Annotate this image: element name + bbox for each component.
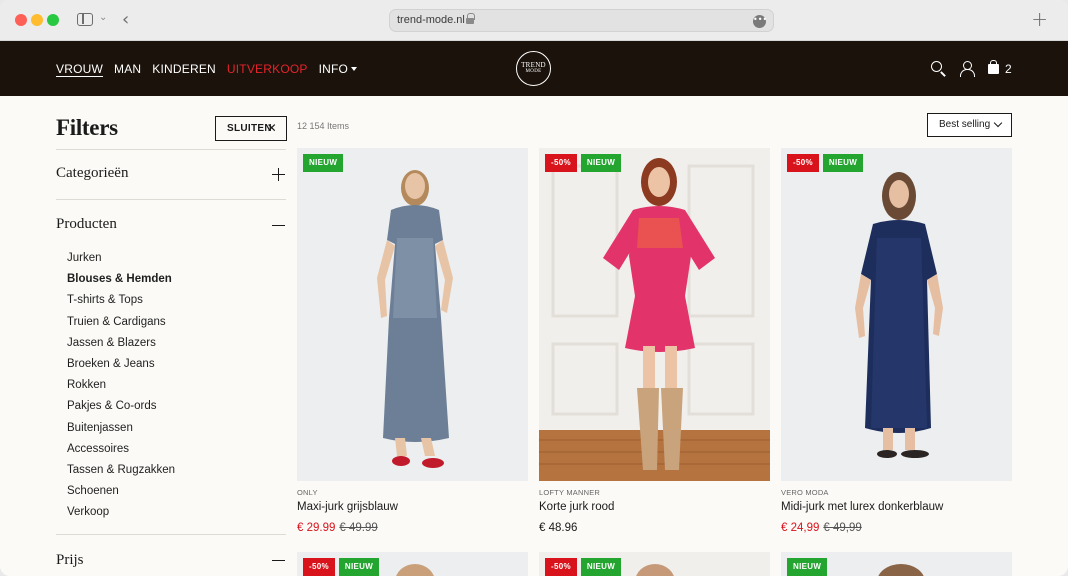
browser-toolbar: ⌄ ‹ trend-mode.nl ••• + [0,0,1068,41]
maximize-window-button[interactable] [47,14,59,26]
minus-icon[interactable] [272,554,285,567]
discount-badge: -50% [545,154,577,172]
price: € 48.96 [539,522,578,534]
nav-item-man[interactable]: MAN [114,62,141,76]
sale-price: € 29.99 [297,522,336,534]
caret-down-icon [351,67,358,71]
badges: -50% NIEUW [303,558,380,576]
divider [56,534,286,535]
product-price: € 24,99 € 49,99 [781,522,862,534]
site-logo[interactable]: TREND MODE [516,51,551,86]
old-price: € 49,99 [823,522,862,534]
chevron-down-icon [993,118,1003,128]
filters-title: Filters [56,115,118,140]
badges: NIEUW [787,558,828,576]
filter-item-tassen[interactable]: Tassen & Rugzakken [67,460,175,481]
product-brand: LOFTY MANNER [539,488,601,497]
badges: -50% NIEUW [545,558,622,576]
divider [56,149,286,150]
filter-item-rokken[interactable]: Rokken [67,375,175,396]
badges: -50% NIEUW [545,154,622,172]
product-card[interactable]: NIEUW [781,552,1012,576]
product-card[interactable]: -50% NIEUW [539,552,770,576]
close-icon: ✕ [266,121,277,135]
filter-item-jassen[interactable]: Jassen & Blazers [67,333,175,354]
nav-item-info-label: INFO [318,62,349,76]
search-icon[interactable] [931,61,942,72]
filter-item-accessoires[interactable]: Accessoires [67,439,175,460]
product-brand: ONLY [297,488,318,497]
product-photo-woman-red-dress [539,148,770,481]
more-icon[interactable]: ••• [753,15,767,28]
cart-count[interactable]: 2 [1005,62,1012,76]
minus-icon[interactable] [272,219,285,232]
new-badge: NIEUW [338,558,380,576]
close-filters-label: SLUITEN [227,123,272,134]
product-name[interactable]: Midi-jurk met lurex donkerblauw [781,501,943,513]
product-image[interactable]: -50% NIEUW [539,148,770,481]
sidebar-toggle-icon[interactable] [77,13,93,26]
close-filters-button[interactable]: SLUITEN ✕ [215,116,287,141]
product-price: € 48.96 [539,522,577,534]
filter-item-buitenjassen[interactable]: Buitenjassen [67,418,175,439]
url-text: trend-mode.nl [397,14,465,26]
filter-item-verkoop[interactable]: Verkoop [67,502,175,523]
close-window-button[interactable] [15,14,27,26]
product-photo-woman-navy-midi-dress [781,148,1012,481]
nav-item-vrouw[interactable]: VROUW [56,62,103,76]
items-count: 12 154 Items [297,121,350,131]
new-badge: NIEUW [580,154,622,172]
browser-window: ⌄ ‹ trend-mode.nl ••• + VROUW MAN KINDER… [0,0,1068,576]
sort-select[interactable]: Best selling [927,113,1012,137]
filter-item-broeken[interactable]: Broeken & Jeans [67,354,175,375]
product-price: € 29.99 € 49.99 [297,522,378,534]
product-brand: VERO MODA [781,488,829,497]
sort-select-value: Best selling [939,119,991,130]
nav-item-kinderen[interactable]: KINDEREN [152,62,216,76]
plus-icon[interactable] [272,168,285,181]
new-badge: NIEUW [303,154,344,172]
old-price: € 49.99 [339,522,378,534]
filter-item-jurken[interactable]: Jurken [67,248,175,269]
divider [56,199,286,200]
nav-item-uitverkoop[interactable]: UITVERKOOP [227,62,308,76]
product-name[interactable]: Maxi-jurk grijsblauw [297,501,398,513]
product-card[interactable]: -50% NIEUW [297,552,528,576]
new-badge: NIEUW [787,558,828,576]
badges: -50% NIEUW [787,154,864,172]
lock-icon [466,13,475,25]
product-filter-list: Jurken Blouses & Hemden T-shirts & Tops … [67,248,175,523]
site-header: VROUW MAN KINDEREN UITVERKOOP INFO TREND… [0,41,1068,96]
new-badge: NIEUW [580,558,622,576]
discount-badge: -50% [545,558,577,576]
new-tab-button[interactable]: + [1031,7,1048,31]
product-image[interactable]: NIEUW [297,148,528,481]
user-icon[interactable] [960,61,975,77]
sale-price: € 24,99 [781,522,820,534]
section-price[interactable]: Prijs [56,552,84,569]
logo-text-top: TREND [521,61,546,69]
logo-text-bottom: MODE [525,69,542,74]
section-categories[interactable]: Categorieën [56,165,128,182]
nav-item-info[interactable]: INFO [318,62,358,76]
product-name[interactable]: Korte jurk rood [539,501,614,513]
address-bar[interactable]: trend-mode.nl ••• [389,9,774,32]
filter-item-blouses[interactable]: Blouses & Hemden [67,269,175,290]
minimize-window-button[interactable] [31,14,43,26]
bag-icon[interactable] [988,60,999,74]
back-button[interactable]: ‹ [122,9,129,30]
discount-badge: -50% [303,558,335,576]
filter-item-schoenen[interactable]: Schoenen [67,481,175,502]
badges: NIEUW [303,154,344,172]
filter-item-truien[interactable]: Truien & Cardigans [67,312,175,333]
filter-item-tshirts[interactable]: T-shirts & Tops [67,290,175,311]
main-nav: VROUW MAN KINDEREN UITVERKOOP INFO [56,62,358,76]
product-photo-woman-blue-maxi-dress [297,148,528,481]
product-image[interactable]: -50% NIEUW [781,148,1012,481]
chevron-down-icon[interactable]: ⌄ [99,12,107,23]
new-badge: NIEUW [822,154,864,172]
discount-badge: -50% [787,154,819,172]
filter-item-pakjes[interactable]: Pakjes & Co-ords [67,396,175,417]
section-products[interactable]: Producten [56,216,117,233]
